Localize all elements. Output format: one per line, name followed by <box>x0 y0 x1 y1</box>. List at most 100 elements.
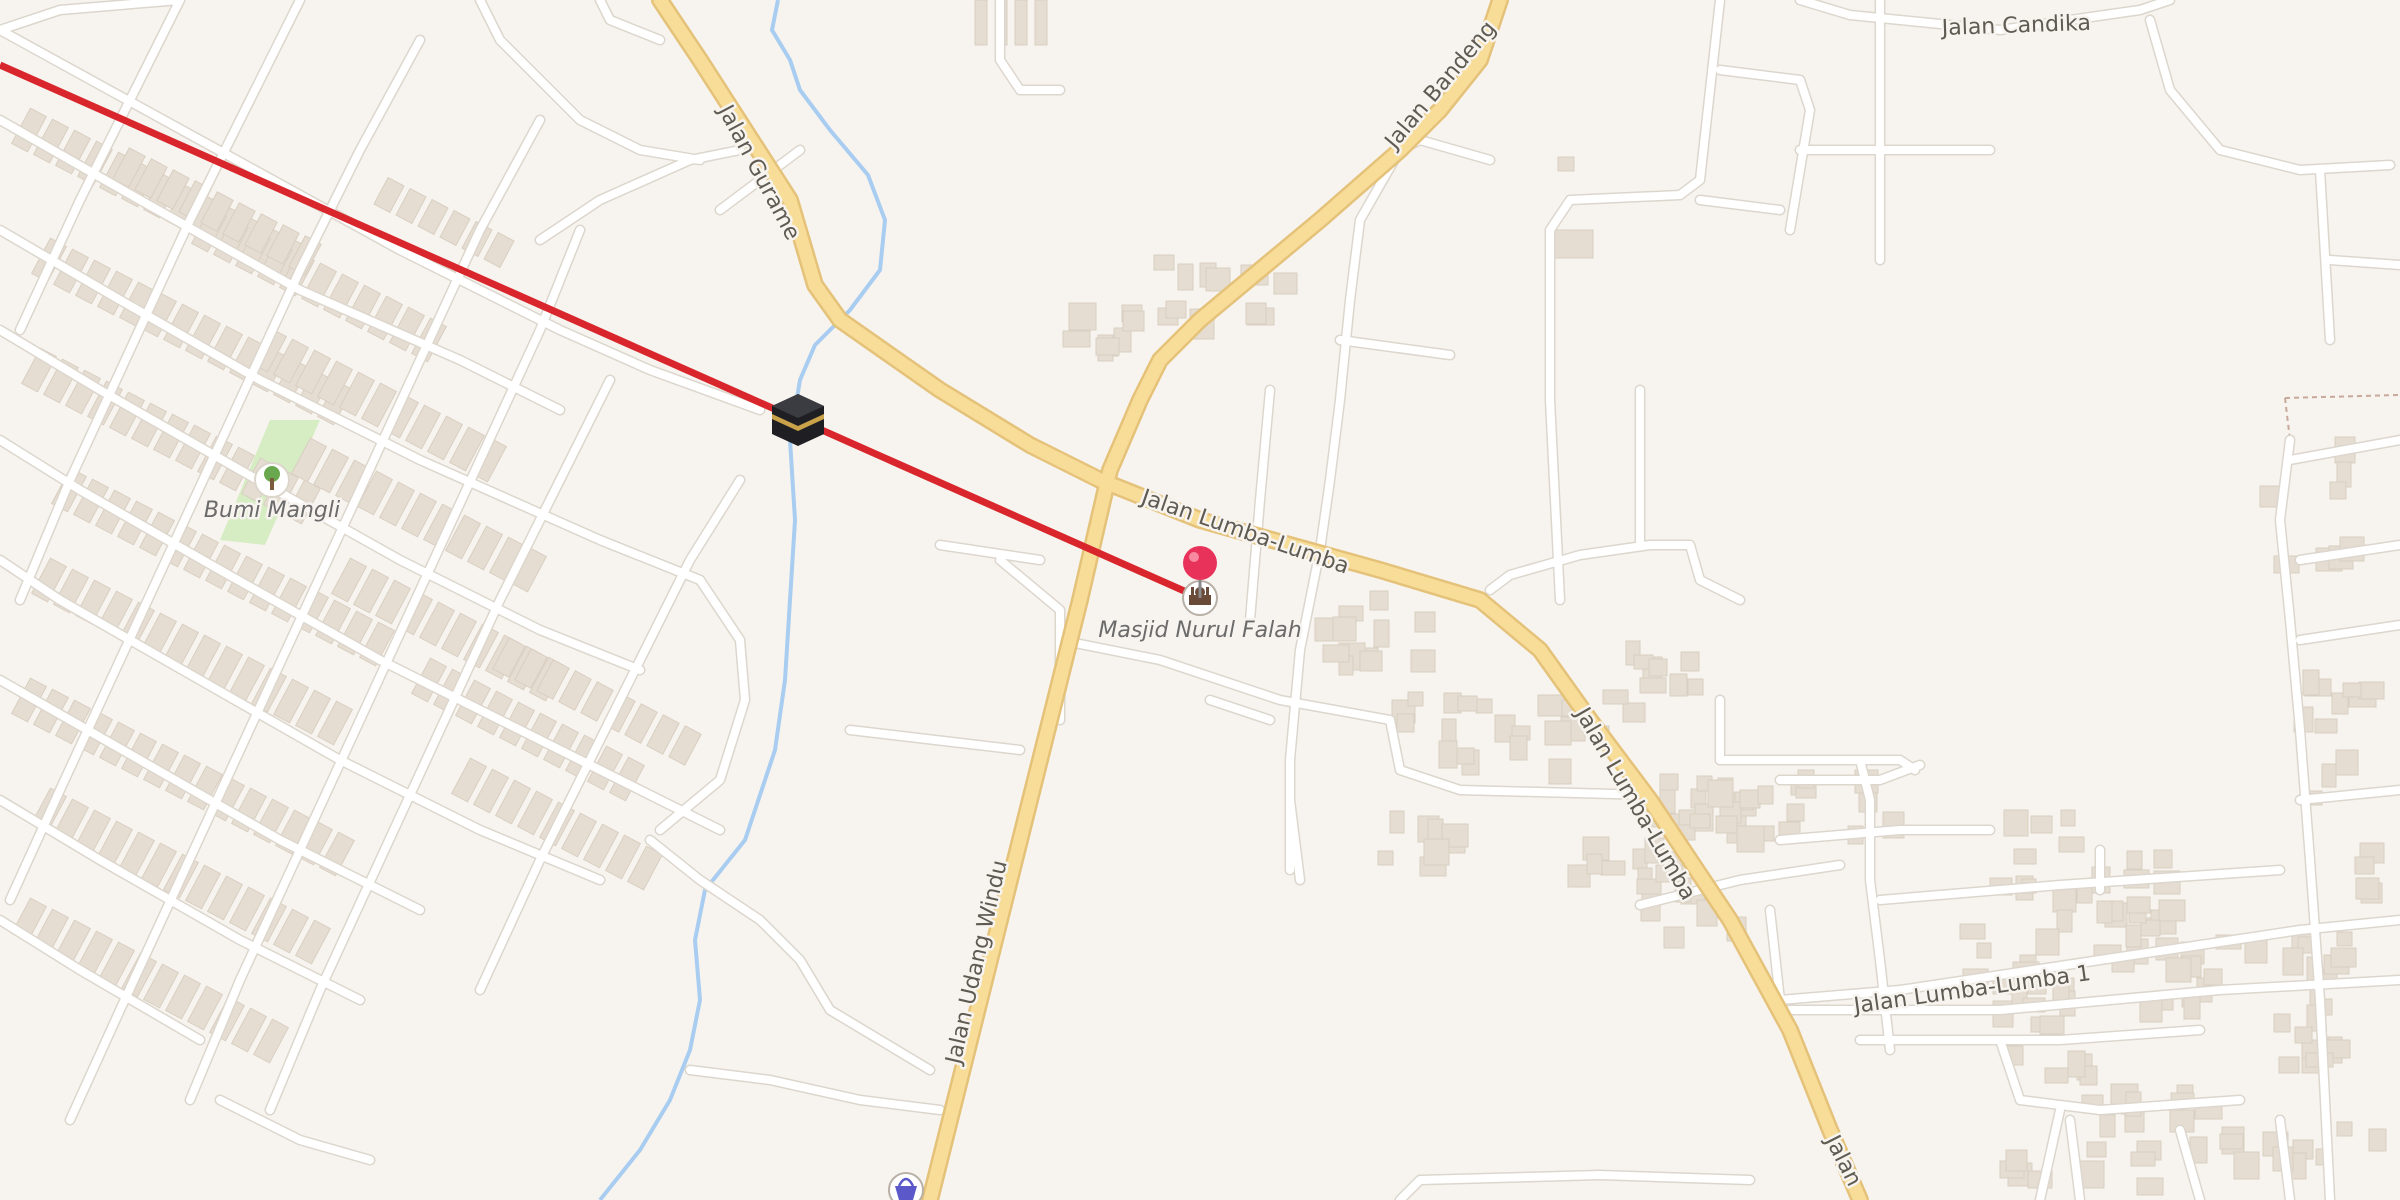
building <box>2130 1151 2156 1167</box>
building <box>1273 272 1298 295</box>
building <box>1153 254 1175 271</box>
building <box>1407 691 1424 707</box>
building <box>2336 1121 2353 1137</box>
building <box>2219 1133 2244 1150</box>
building <box>1976 942 1992 959</box>
building <box>1177 263 1194 291</box>
building <box>1959 923 1986 940</box>
minor-road <box>2326 256 2400 269</box>
building <box>2233 1151 2260 1180</box>
building <box>2153 849 2173 869</box>
building <box>2165 957 2192 983</box>
building <box>1369 590 1389 611</box>
building <box>1095 337 1120 356</box>
mosque-label: Masjid Nurul Falah <box>1098 618 1301 643</box>
building <box>1669 673 1688 697</box>
building <box>1034 0 1048 46</box>
building <box>1715 815 1738 834</box>
building <box>1544 720 1572 746</box>
building <box>2039 1015 2065 1035</box>
building <box>1396 713 1415 733</box>
building <box>1639 677 1667 694</box>
building <box>1600 860 1626 876</box>
map-canvas[interactable]: Jalan Candika Jalan Gurame Jalan Bandeng… <box>0 0 2400 1200</box>
building <box>2030 815 2053 834</box>
building <box>1245 302 1267 325</box>
shop-poi[interactable] <box>888 1172 924 1200</box>
building <box>1332 616 1357 642</box>
building <box>2183 994 2201 1020</box>
road-label-candika: Jalan Candika <box>1939 11 2091 41</box>
building <box>1373 619 1390 648</box>
building <box>1062 330 1091 348</box>
building <box>1423 838 1450 866</box>
building <box>2126 896 2151 914</box>
building <box>1659 773 1679 791</box>
building <box>1786 803 1805 822</box>
building <box>1548 758 1572 785</box>
building <box>2044 1067 2069 1084</box>
building <box>1475 698 1493 714</box>
building <box>1757 785 1774 805</box>
building <box>1410 649 1436 673</box>
building <box>2336 931 2353 947</box>
building <box>1377 850 1394 866</box>
building <box>2278 1056 2300 1074</box>
building <box>2158 899 2186 922</box>
building <box>1165 300 1187 319</box>
building <box>2099 1114 2116 1138</box>
building <box>1689 813 1711 829</box>
building <box>1014 0 1028 46</box>
building <box>2125 924 2142 948</box>
building <box>2314 718 2338 734</box>
building <box>2329 481 2347 500</box>
building <box>2203 968 2223 986</box>
building <box>1648 658 1668 677</box>
building <box>1602 689 1629 705</box>
park-label: Bumi Mangli <box>204 498 340 523</box>
building <box>2354 856 2375 875</box>
building <box>1736 825 1765 853</box>
building <box>1622 702 1646 723</box>
building <box>1663 926 1685 949</box>
building <box>1554 229 1594 259</box>
building <box>2060 809 2076 827</box>
building <box>2321 763 2337 788</box>
building <box>1359 650 1383 672</box>
building <box>2067 1050 2086 1078</box>
building <box>1068 302 1097 331</box>
building <box>2330 947 2357 968</box>
building <box>2355 877 2380 900</box>
building <box>2302 669 2320 696</box>
building <box>2358 681 2385 700</box>
building <box>2273 1013 2291 1033</box>
building <box>974 0 988 46</box>
building <box>2342 682 2362 698</box>
building <box>1537 694 1566 717</box>
building <box>1687 678 1704 696</box>
building <box>1739 789 1761 809</box>
building <box>2013 848 2037 865</box>
building <box>1586 853 1603 875</box>
building <box>2058 836 2085 853</box>
building <box>1414 611 1436 633</box>
building <box>2368 1128 2387 1152</box>
building <box>2294 1026 2313 1044</box>
building <box>1438 740 1458 769</box>
building <box>1122 310 1145 332</box>
building <box>1322 644 1350 663</box>
building <box>2005 1149 2028 1172</box>
building <box>2335 749 2359 776</box>
building <box>1680 651 1700 672</box>
building <box>2096 900 2113 924</box>
building <box>1441 718 1457 744</box>
building <box>1457 695 1478 712</box>
building <box>2003 809 2029 837</box>
building <box>2126 850 2143 870</box>
building <box>1707 779 1734 808</box>
building <box>2086 1141 2107 1158</box>
building <box>1389 810 1405 834</box>
building <box>1557 156 1575 172</box>
building <box>2244 939 2268 964</box>
building <box>2052 888 2077 913</box>
